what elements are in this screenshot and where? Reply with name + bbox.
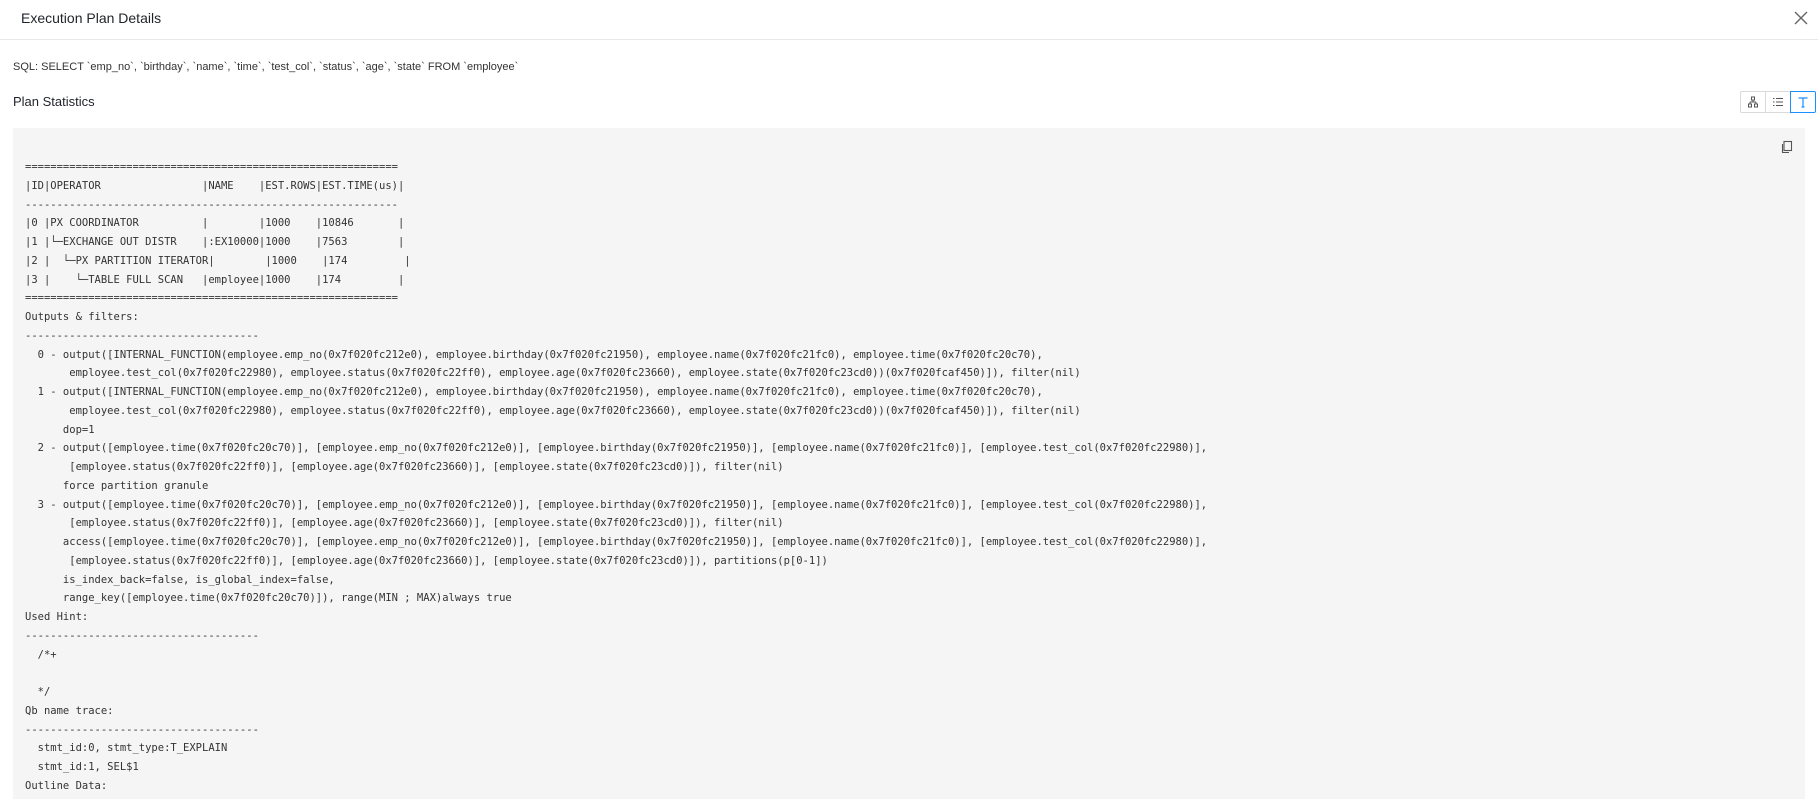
plan-text-line: ------------------------------------- [25,329,259,342]
plan-text-line: |1 |└─EXCHANGE OUT DISTR |:EX10000|1000 … [25,236,405,248]
plan-text-line: employee.test_col(0x7f020fc22980), emplo… [25,404,1081,417]
copy-icon[interactable] [1780,140,1794,154]
plan-text-line: Outputs & filters: [25,311,139,323]
plan-text-line: [employee.status(0x7f020fc22ff0)], [empl… [25,554,828,567]
plan-text-line: force partition granule [25,479,209,492]
plan-text-line: 1 - output([INTERNAL_FUNCTION(employee.e… [25,386,1043,398]
plan-text-line: is_index_back=false, is_global_index=fal… [25,573,335,586]
plan-text-line: stmt_id:1, SEL$1 [25,761,139,773]
plan-text-line: ========================================… [25,292,398,305]
list-view-button[interactable] [1765,91,1791,113]
plan-text-line: Outline Data: [25,779,108,792]
plan-text-panel: ========================================… [13,128,1805,799]
view-mode-toolbar [1740,91,1816,115]
plan-text-line: |3 | └─TABLE FULL SCAN |employee|1000 |1… [25,273,405,286]
plan-text-line: Used Hint: [25,611,89,623]
tree-view-button[interactable] [1740,91,1766,113]
plan-text-line: 3 - output([employee.time(0x7f020fc20c70… [25,498,1208,511]
plan-text-line: |0 |PX COORDINATOR | |1000 |10846 | [25,217,405,230]
plan-text-line: access([employee.time(0x7f020fc20c70)], … [25,536,1208,548]
plan-text-line: |2 | └─PX PARTITION ITERATOR| |1000 |174… [25,254,411,267]
plan-text-line: dop=1 [25,423,95,436]
tree-view-icon [1748,96,1758,108]
plan-text-line: 0 - output([INTERNAL_FUNCTION(employee.e… [25,348,1043,361]
plan-text-line: */ [25,686,51,698]
list-view-icon [1773,97,1783,107]
plan-text-line: [employee.status(0x7f020fc22ff0)], [empl… [25,517,784,530]
plan-text-line: employee.test_col(0x7f020fc22980), emplo… [25,367,1081,380]
text-view-icon [1798,97,1808,108]
plan-text-line: stmt_id:0, stmt_type:T_EXPLAIN [25,742,228,755]
dialog-title: Execution Plan Details [21,10,162,26]
plan-text-line: ========================================… [25,161,398,173]
text-view-button[interactable] [1790,91,1816,113]
plan-text: ========================================… [25,158,1207,796]
plan-statistics-title: Plan Statistics [13,94,95,109]
sql-statement: SQL: SELECT `emp_no`, `birthday`, `name`… [13,61,519,73]
plan-text-line: ------------------------------------- [25,723,259,736]
plan-text-line: ------------------------------------- [25,629,259,642]
plan-text-line: ----------------------------------------… [25,198,398,211]
plan-text-line: Qb name trace: [25,704,114,717]
dialog-header: Execution Plan Details [0,0,1818,40]
plan-text-line: [employee.status(0x7f020fc22ff0)], [empl… [25,461,784,473]
plan-text-line: 2 - output([employee.time(0x7f020fc20c70… [25,442,1208,455]
plan-text-line: range_key([employee.time(0x7f020fc20c70)… [25,592,512,605]
close-icon[interactable] [1793,10,1809,26]
plan-text-line: /*+ [25,648,57,661]
plan-text-line: |ID|OPERATOR |NAME |EST.ROWS|EST.TIME(us… [25,179,405,192]
